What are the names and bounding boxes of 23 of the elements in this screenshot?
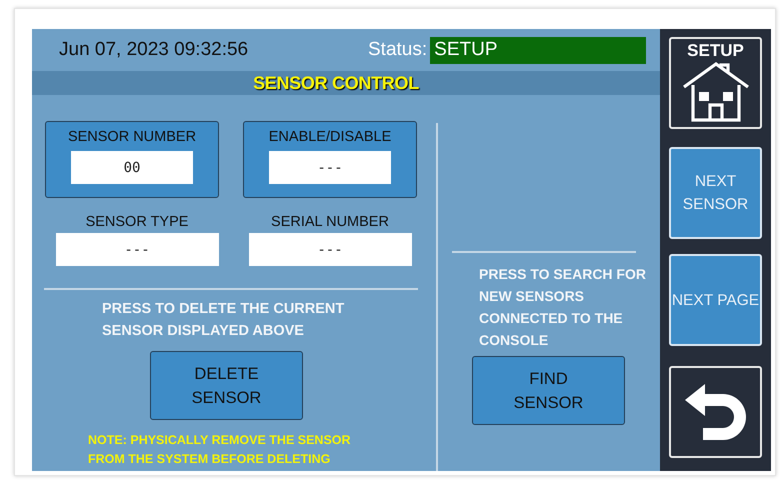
value-field: --- — [56, 233, 218, 266]
delete-instruction: PRESS TO DELETE THE CURRENT SENSOR DISPLAYED ABOVE — [102, 300, 346, 341]
field-label: SENSOR TYPE — [86, 214, 188, 230]
house-icon — [680, 61, 750, 123]
screen-title: SENSOR CONTROL — [253, 72, 419, 94]
setup-home-button[interactable]: SETUP — [669, 37, 762, 129]
side-button[interactable]: NEXT SENSOR — [669, 147, 762, 239]
value-field[interactable]: 00 — [71, 151, 193, 184]
back-arrow-icon — [682, 382, 748, 442]
value-field[interactable]: --- — [269, 151, 391, 184]
field-label: SENSOR NUMBER — [68, 129, 196, 145]
back-button[interactable] — [669, 366, 762, 458]
find-sensor-button[interactable]: FIND SENSOR — [472, 356, 625, 425]
value-field: --- — [248, 233, 412, 266]
side-button[interactable]: NEXT PAGE — [669, 254, 762, 346]
date-time: Jun 07, 2023 09:32:56 — [59, 39, 250, 61]
status-value: SETUP — [430, 36, 646, 64]
status-label: Status: — [368, 39, 428, 61]
field-label: SERIAL NUMBER — [271, 214, 389, 230]
find-instruction: PRESS TO SEARCH FOR NEW SENSORS CONNECTED TO THE CONSOLE — [479, 265, 647, 350]
delete-sensor-button[interactable]: DELETE SENSOR — [150, 351, 303, 420]
warning-note: NOTE: PHYSICALLY REMOVE THE SENSOR FROM THE SYSTEM BEFORE DELETING — [88, 432, 352, 468]
field-label: ENABLE/DISABLE — [268, 129, 392, 145]
